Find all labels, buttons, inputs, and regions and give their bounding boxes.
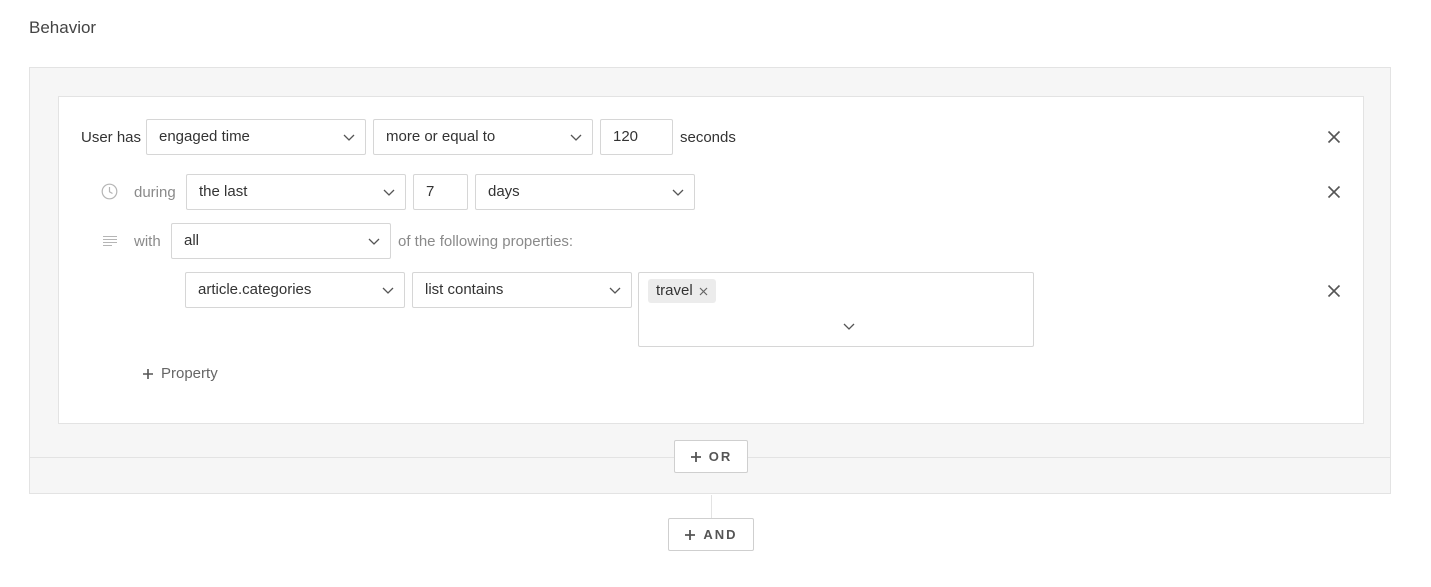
quantifier-select[interactable]: all (171, 223, 391, 259)
timeframe-amount-input[interactable]: 7 (413, 174, 468, 210)
and-connector-line (711, 495, 712, 519)
remove-chip-icon[interactable] (699, 287, 708, 296)
plus-icon (685, 529, 696, 540)
unit-label: seconds (680, 129, 736, 146)
quantifier-select-value: all (184, 232, 200, 249)
lines-icon (103, 235, 117, 247)
plus-icon (690, 451, 701, 462)
chevron-down-icon (343, 134, 355, 141)
add-property-label: Property (161, 365, 218, 382)
timeframe-label: during (134, 184, 176, 201)
chevron-down-icon (672, 189, 684, 196)
property-name-select[interactable]: article.categories (185, 272, 405, 308)
chevron-down-icon (609, 287, 621, 294)
timeframe-unit-value: days (488, 183, 520, 200)
timeframe-unit-select[interactable]: days (475, 174, 695, 210)
timeframe-range-select[interactable]: the last (186, 174, 406, 210)
operator-select[interactable]: more or equal to (373, 119, 593, 155)
property-operator-value: list contains (425, 281, 504, 298)
add-or-label: OR (708, 449, 733, 464)
chevron-down-icon[interactable] (843, 320, 855, 332)
value-chip-label: travel (656, 282, 693, 299)
operator-select-value: more or equal to (386, 128, 496, 145)
properties-suffix: of the following properties: (398, 233, 574, 250)
close-icon[interactable] (1327, 284, 1341, 298)
metric-select[interactable]: engaged time (146, 119, 366, 155)
timeframe-amount-value: 7 (426, 183, 435, 200)
amount-input[interactable]: 120 (600, 119, 673, 155)
metric-select-value: engaged time (159, 128, 250, 145)
section-title: Behavior (29, 18, 97, 37)
amount-input-value: 120 (613, 128, 639, 145)
value-chip: travel (648, 279, 716, 303)
chevron-down-icon (382, 287, 394, 294)
close-icon[interactable] (1327, 130, 1341, 144)
add-or-button[interactable]: OR (674, 440, 748, 473)
chevron-down-icon (570, 134, 582, 141)
property-values-multiselect[interactable]: travel (638, 272, 1034, 347)
plus-icon (143, 369, 153, 379)
chevron-down-icon (383, 189, 395, 196)
property-name-value: article.categories (198, 281, 312, 298)
condition-prefix: User has (81, 129, 142, 146)
clock-icon (101, 183, 118, 200)
add-and-label: AND (703, 527, 738, 542)
timeframe-range-value: the last (199, 183, 248, 200)
add-and-button[interactable]: AND (668, 518, 754, 551)
add-property-button[interactable]: Property (142, 364, 218, 384)
properties-label: with (134, 233, 161, 250)
close-icon[interactable] (1327, 185, 1341, 199)
property-operator-select[interactable]: list contains (412, 272, 632, 308)
chevron-down-icon (368, 238, 380, 245)
